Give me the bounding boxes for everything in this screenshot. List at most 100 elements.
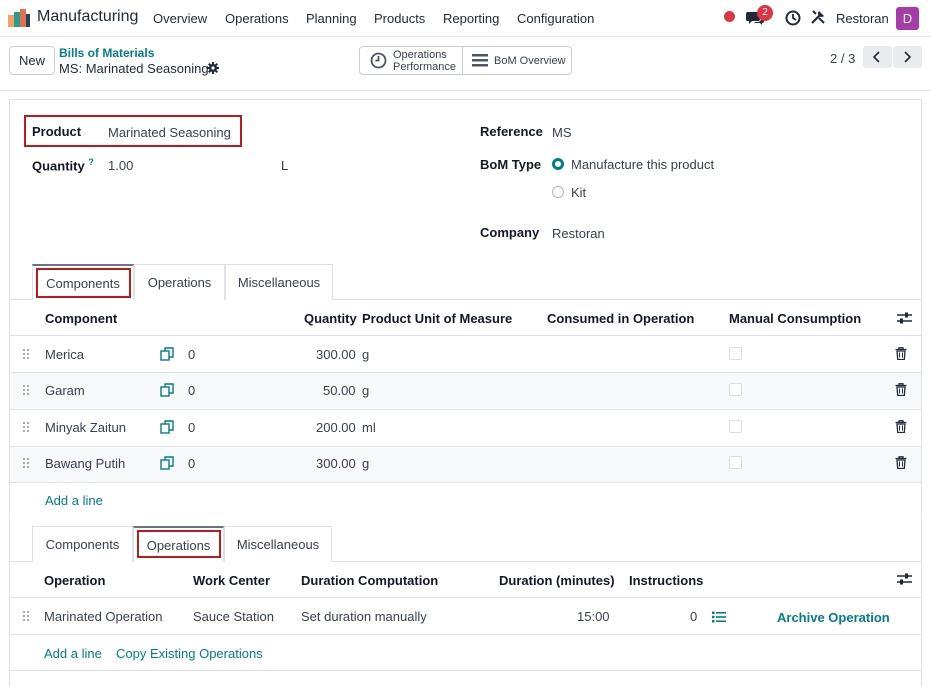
company-switcher[interactable]: Restoran bbox=[836, 11, 889, 26]
recording-indicator-icon[interactable] bbox=[724, 11, 735, 22]
clock-icon bbox=[370, 52, 387, 69]
menu-reporting[interactable]: Reporting bbox=[443, 11, 499, 26]
component-quantity[interactable]: 50.00 bbox=[323, 383, 356, 398]
chevron-right-icon bbox=[904, 51, 912, 63]
manual-consumption-checkbox[interactable] bbox=[729, 456, 742, 469]
component-quantity[interactable]: 300.00 bbox=[316, 347, 356, 362]
activity-clock-icon[interactable] bbox=[785, 10, 801, 26]
operations-performance-button[interactable]: Operations Performance bbox=[360, 47, 463, 74]
quantity-field[interactable]: 1.00 bbox=[108, 158, 133, 173]
bom-type-manufacture-label[interactable]: Manufacture this product bbox=[571, 157, 714, 172]
bom-type-manufacture-radio[interactable] bbox=[552, 158, 564, 170]
drag-handle-icon[interactable] bbox=[22, 457, 30, 469]
optional-columns-toggle-icon[interactable] bbox=[897, 311, 912, 325]
manufacturing-app-icon[interactable] bbox=[8, 9, 30, 27]
record-actions-gear-icon[interactable] bbox=[207, 62, 219, 74]
trash-icon[interactable] bbox=[895, 420, 907, 433]
component-uom[interactable]: g bbox=[362, 347, 369, 362]
section-gap bbox=[0, 516, 931, 517]
component-name[interactable]: Garam bbox=[45, 383, 85, 398]
trash-icon[interactable] bbox=[895, 383, 907, 396]
company-field[interactable]: Restoran bbox=[552, 226, 605, 241]
tab-operations[interactable]: Operations bbox=[134, 264, 225, 300]
control-panel-divider bbox=[0, 90, 931, 91]
tab-components[interactable]: Components bbox=[32, 526, 133, 562]
component-quantity[interactable]: 200.00 bbox=[316, 420, 356, 435]
trash-icon[interactable] bbox=[895, 456, 907, 469]
pager-next-button[interactable] bbox=[893, 46, 922, 68]
debug-tools-icon[interactable] bbox=[810, 9, 826, 25]
variants-copy-icon[interactable] bbox=[160, 347, 174, 361]
variants-copy-icon[interactable] bbox=[160, 383, 174, 397]
bom-type-kit-label[interactable]: Kit bbox=[571, 185, 586, 200]
component-name[interactable]: Merica bbox=[45, 347, 84, 362]
col-operation[interactable]: Operation bbox=[44, 573, 105, 588]
reference-field[interactable]: MS bbox=[552, 125, 572, 140]
user-avatar[interactable]: D bbox=[896, 7, 919, 30]
col-uom[interactable]: Product Unit of Measure bbox=[362, 311, 512, 326]
variants-copy-icon[interactable] bbox=[160, 456, 174, 470]
manual-consumption-checkbox[interactable] bbox=[729, 347, 742, 360]
menu-planning[interactable]: Planning bbox=[306, 11, 357, 26]
quantity-uom-field[interactable]: L bbox=[281, 158, 288, 173]
chevron-left-icon bbox=[872, 51, 880, 63]
menu-operations[interactable]: Operations bbox=[225, 11, 289, 26]
smart-buttons: Operations Performance BoM Overview bbox=[359, 46, 572, 75]
tab-miscellaneous[interactable]: Miscellaneous bbox=[225, 264, 333, 300]
quantity-help-icon[interactable]: ? bbox=[88, 157, 94, 167]
component-name[interactable]: Minyak Zaitun bbox=[45, 420, 126, 435]
drag-handle-icon[interactable] bbox=[22, 421, 30, 433]
manual-consumption-checkbox[interactable] bbox=[729, 383, 742, 396]
bom-type-label: BoM Type bbox=[480, 157, 542, 172]
col-duration-computation[interactable]: Duration Computation bbox=[301, 573, 438, 588]
variants-copy-icon[interactable] bbox=[160, 420, 174, 434]
row-separator bbox=[10, 482, 921, 483]
row-stripe bbox=[10, 446, 921, 483]
archive-operation-button[interactable]: Archive Operation bbox=[777, 610, 890, 625]
operations-add-line-link[interactable]: Add a line bbox=[44, 646, 102, 661]
component-uom[interactable]: g bbox=[362, 456, 369, 471]
tab-miscellaneous[interactable]: Miscellaneous bbox=[224, 526, 332, 562]
manual-consumption-checkbox[interactable] bbox=[729, 420, 742, 433]
col-instructions[interactable]: Instructions bbox=[629, 573, 703, 588]
header-separator bbox=[10, 335, 921, 336]
menu-configuration[interactable]: Configuration bbox=[517, 11, 594, 26]
new-button[interactable]: New bbox=[9, 46, 55, 75]
copy-existing-operations-link[interactable]: Copy Existing Operations bbox=[116, 646, 263, 661]
component-name[interactable]: Bawang Putih bbox=[45, 456, 125, 471]
component-quantity[interactable]: 300.00 bbox=[316, 456, 356, 471]
bom-overview-button[interactable]: BoM Overview bbox=[494, 55, 566, 67]
trash-icon[interactable] bbox=[895, 347, 907, 360]
drag-handle-icon[interactable] bbox=[22, 348, 30, 360]
row-separator bbox=[10, 446, 921, 447]
app-name[interactable]: Manufacturing bbox=[37, 8, 138, 26]
operation-work-center[interactable]: Sauce Station bbox=[193, 609, 274, 624]
bom-type-kit-radio[interactable] bbox=[552, 186, 564, 198]
component-variant-count: 0 bbox=[188, 420, 196, 435]
operation-duration[interactable]: 15:00 bbox=[577, 609, 610, 624]
components-add-line-link[interactable]: Add a line bbox=[45, 493, 103, 508]
row-separator bbox=[10, 372, 921, 373]
col-component[interactable]: Component bbox=[45, 311, 117, 326]
menu-products[interactable]: Products bbox=[374, 11, 425, 26]
operation-duration-computation[interactable]: Set duration manually bbox=[301, 609, 427, 624]
col-quantity[interactable]: Quantity bbox=[304, 311, 357, 326]
messages-badge: 2 bbox=[757, 5, 773, 21]
col-work-center[interactable]: Work Center bbox=[193, 573, 270, 588]
pager-value[interactable]: 2 / 3 bbox=[830, 51, 855, 66]
drag-handle-icon[interactable] bbox=[22, 384, 30, 396]
product-field[interactable]: Marinated Seasoning bbox=[108, 125, 231, 140]
component-uom[interactable]: ml bbox=[362, 420, 376, 435]
operation-name[interactable]: Marinated Operation bbox=[44, 609, 163, 624]
component-uom[interactable]: g bbox=[362, 383, 369, 398]
bars-icon bbox=[472, 54, 488, 67]
breadcrumb-bills-of-materials[interactable]: Bills of Materials bbox=[59, 46, 154, 60]
pager-previous-button[interactable] bbox=[863, 46, 892, 68]
drag-handle-icon[interactable] bbox=[22, 610, 30, 622]
instructions-list-icon[interactable] bbox=[712, 611, 726, 623]
optional-columns-toggle-icon[interactable] bbox=[897, 572, 912, 586]
col-consumed-in-operation[interactable]: Consumed in Operation bbox=[547, 311, 694, 326]
col-duration-minutes[interactable]: Duration (minutes) bbox=[499, 573, 615, 588]
col-manual-consumption[interactable]: Manual Consumption bbox=[729, 311, 861, 326]
menu-overview[interactable]: Overview bbox=[153, 11, 207, 26]
